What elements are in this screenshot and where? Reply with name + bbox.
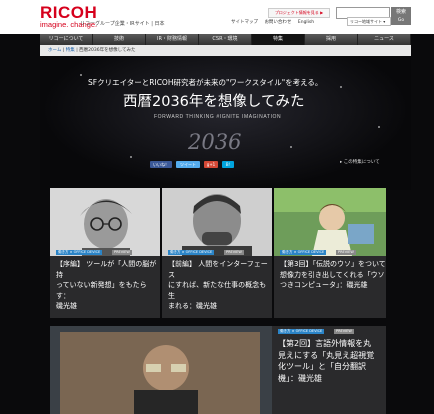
breadcrumb-current: 西暦2036年を想像してみた — [79, 48, 136, 53]
article-title-line: 【前編】 人間をインターフェース — [168, 260, 268, 279]
category-badge: 働き方 × OFFICE DEVICE — [56, 250, 103, 255]
article-title: 【序編】 ツールが「人間の脳が持 っていない新発想」をもたらす： 磯光雄 — [56, 259, 160, 312]
status-badge: PREVIEW — [336, 250, 356, 255]
hero-title: 西暦2036年を想像してみた — [123, 94, 305, 110]
article-card-featured[interactable]: 働き方 × OFFICE DEVICE PREVIEW 【第2回】言語外情報を丸… — [50, 326, 386, 414]
nav-item-about[interactable]: リコーについて — [40, 34, 93, 45]
star-decoration — [378, 126, 380, 128]
article-title: 【第2回】言語外情報を丸 見えにする「丸見え超視覚 化ツール」と「自分翻訳 機」… — [278, 338, 374, 384]
site-header: RICOH imagine. change. リコーグループ企業・IRサイト |… — [0, 0, 434, 34]
category-badge: 働き方 × OFFICE DEVICE — [278, 329, 325, 334]
nav-item-csr[interactable]: CSR・環境 — [199, 34, 252, 45]
go-button[interactable]: Go — [391, 17, 411, 25]
hatena-bookmark-button[interactable]: B! — [222, 161, 234, 168]
star-decoration — [340, 86, 342, 88]
gplus-button[interactable]: g+1 — [204, 161, 218, 168]
status-badge: PREVIEW — [224, 250, 244, 255]
status-badge: PREVIEW — [334, 329, 354, 334]
category-badge: 働き方 × OFFICE DEVICE — [168, 250, 215, 255]
nav-item-news[interactable]: ニュース — [358, 34, 411, 45]
nav-item-technology[interactable]: 技術 — [93, 34, 146, 45]
hero-subtitle: FORWARD THINKING #IGNITE IMAGINATION — [154, 114, 282, 120]
article-thumbnail — [50, 326, 272, 414]
english-link[interactable]: English — [298, 20, 314, 25]
article-title-line: 【序編】 ツールが「人間の脳が持 — [56, 260, 157, 279]
about-feature-label: この特集について — [343, 160, 380, 165]
utility-links: サイトマップ お問い合わせ English — [231, 19, 319, 25]
group-site-label: リコーグループ企業・IRサイト | 日本 — [80, 21, 165, 27]
article-title-line: っていない新発想」をもたらす： — [56, 281, 147, 300]
article-title-line: にすれば、新たな仕事の概念も生 — [168, 281, 267, 300]
article-title: 【前編】 人間をインターフェース にすれば、新たな仕事の概念も生 まれる：磯光雄 — [168, 259, 272, 312]
status-badge: PREVIEW — [112, 250, 132, 255]
article-title: 【第3回】「伝説のウソ」をついて 想像力を引き出してくれる「ウソ つきコンピュー… — [280, 259, 386, 291]
hero-year-graphic: 2036 — [188, 130, 242, 154]
article-thumbnail — [50, 188, 160, 256]
article-title-line: まれる：磯光雄 — [168, 302, 217, 310]
star-decoration — [130, 156, 132, 158]
nav-item-careers[interactable]: 採用 — [305, 34, 358, 45]
project-info-button[interactable]: プロジェクト情報を見る ▶ — [268, 8, 330, 18]
article-card[interactable]: 働き方 × OFFICE DEVICE PREVIEW 【第3回】「伝説のウソ」… — [274, 188, 386, 318]
article-card[interactable]: 働き方 × OFFICE DEVICE PREVIEW 【前編】 人間をインター… — [162, 188, 272, 318]
article-title-line: 想像力を引き出してくれる「ウソ — [280, 270, 385, 279]
article-thumbnail — [274, 188, 386, 256]
article-title-line: 【第3回】「伝説のウソ」をついて — [280, 260, 386, 268]
article-title-line: 見えにする「丸見え超視覚 — [278, 350, 375, 360]
nav-item-feature[interactable]: 特集 — [252, 34, 305, 45]
sitemap-link[interactable]: サイトマップ — [231, 20, 258, 25]
article-title-line: 磯光雄 — [56, 302, 77, 310]
facebook-like-button[interactable]: いいね！ — [150, 161, 172, 168]
article-card[interactable]: 働き方 × OFFICE DEVICE PREVIEW 【序編】 ツールが「人間… — [50, 188, 160, 318]
breadcrumb-home[interactable]: ホーム — [48, 48, 61, 53]
hero-banner: SFクリエイターとRICOH研究者が未来の"ワークスタイル"を考える。 西暦20… — [40, 56, 411, 190]
breadcrumb: ホーム | 特集 | 西暦2036年を想像してみた — [40, 45, 411, 56]
breadcrumb-feature[interactable]: 特集 — [66, 48, 75, 53]
search-button[interactable]: 検索 — [391, 7, 411, 17]
about-feature-link[interactable]: ▸ この特集について — [340, 159, 380, 165]
region-select[interactable]: リコー地域サイト ▾ — [347, 17, 391, 26]
hero-headline: SFクリエイターとRICOH研究者が未来の"ワークスタイル"を考える。 — [88, 78, 323, 87]
article-title-line: 【第2回】言語外情報を丸 — [278, 339, 372, 348]
article-thumbnail — [162, 188, 272, 256]
article-title-line: 化ツール」と「自分翻訳 — [278, 362, 366, 371]
star-decoration — [290, 146, 292, 148]
tweet-button[interactable]: ツイート — [176, 161, 200, 168]
article-title-line: つきコンピュータ」：磯光雄 — [280, 281, 368, 289]
article-title-line: 機」：磯光雄 — [278, 373, 322, 383]
star-decoration — [80, 74, 82, 76]
category-badge: 働き方 × OFFICE DEVICE — [280, 250, 327, 255]
contact-link[interactable]: お問い合わせ — [264, 20, 291, 25]
nav-item-ir[interactable]: IR・財務情報 — [146, 34, 199, 45]
global-nav: リコーについて 技術 IR・財務情報 CSR・環境 特集 採用 ニュース — [40, 34, 411, 45]
